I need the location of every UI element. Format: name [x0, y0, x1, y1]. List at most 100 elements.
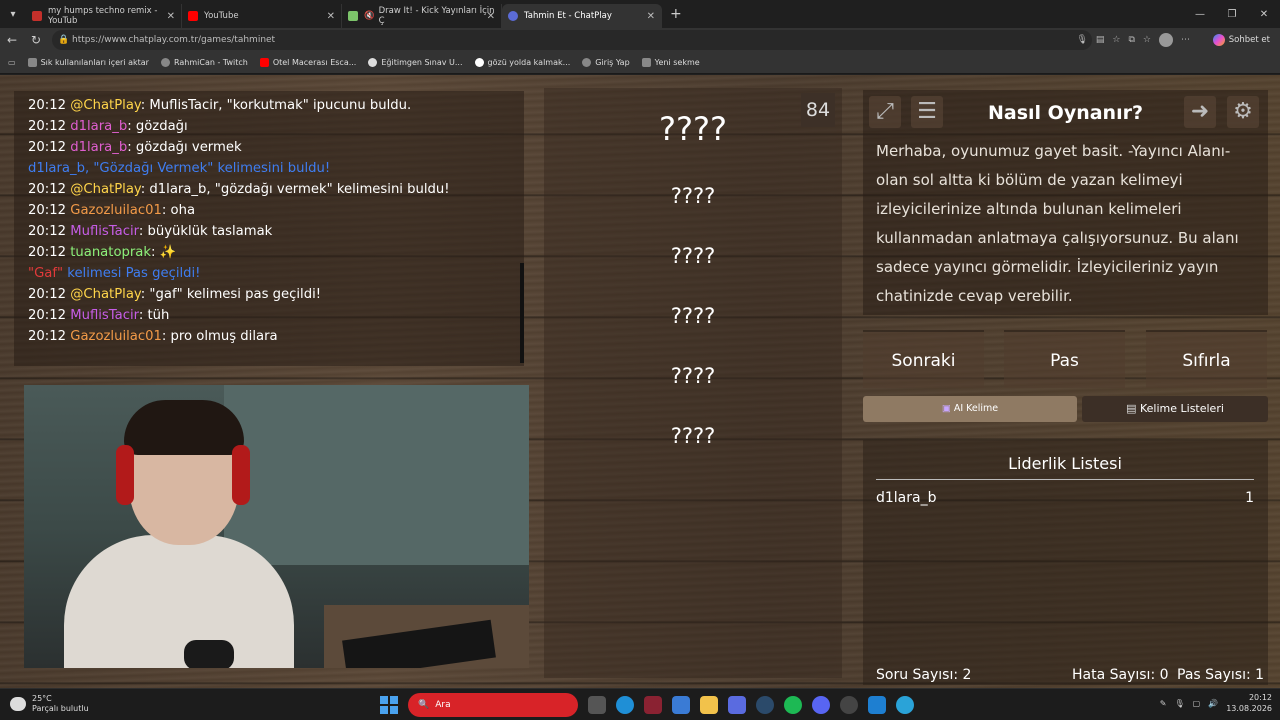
robot-icon: ▣	[941, 403, 951, 414]
chat-username[interactable]: @ChatPlay	[70, 182, 141, 197]
chat-username[interactable]: MuflisTacir	[70, 224, 139, 239]
bookmark-item[interactable]: RahmiCan - Twitch	[160, 58, 248, 67]
pen-icon[interactable]: ✎	[1160, 699, 1167, 708]
headphone-right	[232, 445, 250, 505]
tab-word-lists[interactable]: ▤ Kelime Listeleri	[1082, 396, 1268, 422]
profile-avatar[interactable]	[1159, 33, 1173, 47]
bookmark-item[interactable]: Eğitimgen Sınav U...	[368, 58, 463, 67]
bookmark-item[interactable]: Otel Macerası Esca...	[259, 58, 356, 67]
bookmark-item[interactable]: Yeni sekme	[641, 58, 700, 67]
app-icon[interactable]	[644, 696, 662, 714]
close-tab-icon[interactable]: ✕	[167, 11, 175, 22]
close-tab-icon[interactable]: ✕	[487, 11, 495, 22]
game-page: 20:12 @ChatPlay: MuflisTacir, "korkutmak…	[0, 75, 1280, 688]
player-name: d1lara_b	[876, 490, 937, 506]
extensions-icon[interactable]: ⧉	[1128, 35, 1134, 45]
chat-text: pro olmuş dilara	[170, 329, 278, 344]
discord-icon[interactable]	[812, 696, 830, 714]
windows-start-icon[interactable]	[380, 696, 398, 714]
chat-time: 20:12	[28, 203, 67, 218]
sidebar-toggle-icon[interactable]: ▭	[8, 58, 16, 67]
back-icon[interactable]: ←	[0, 33, 24, 47]
microphone	[184, 640, 234, 668]
muted-speaker-icon[interactable]: 🔇	[364, 11, 375, 21]
lock-icon: 🔒	[58, 35, 70, 45]
taskbar-search[interactable]: 🔍 Ara	[408, 693, 578, 717]
taskbar-apps: 🔍 Ara	[380, 693, 914, 717]
vscode-icon[interactable]	[868, 696, 886, 714]
network-icon[interactable]: ▢	[1193, 699, 1201, 708]
webcam-feed	[24, 385, 529, 668]
chat-username[interactable]: "Gaf"	[28, 266, 63, 281]
task-view-icon[interactable]	[588, 696, 606, 714]
pass-button[interactable]: Pas	[1004, 330, 1125, 388]
tab-youtube-remix[interactable]: my humps techno remix - YouTub ✕	[26, 4, 182, 28]
folder-icon[interactable]	[700, 696, 718, 714]
telegram-icon[interactable]	[896, 696, 914, 714]
spotify-icon[interactable]	[784, 696, 802, 714]
chat-text: gözdağı	[135, 119, 188, 134]
address-icons: 🎙 ▤ ☆ ⧉ ☆ ⋯	[1076, 28, 1190, 52]
clock[interactable]: 20:12 13.08.2026	[1226, 692, 1272, 714]
tab-title: Draw It! - Kick Yayınları İçin Ç	[378, 6, 495, 26]
tab-label: AI Kelime	[953, 403, 999, 414]
bookmark-item[interactable]: gözü yolda kalmak...	[474, 58, 570, 67]
close-window-icon[interactable]: ✕	[1248, 9, 1280, 20]
close-tab-icon[interactable]: ✕	[647, 11, 655, 22]
chat-time: 20:12	[28, 329, 67, 344]
minimize-icon[interactable]: —	[1184, 9, 1216, 20]
vpn-icon[interactable]	[728, 696, 746, 714]
chat-username[interactable]: d1lara_b,	[28, 161, 93, 176]
chat-separator: :	[138, 224, 148, 239]
url-field[interactable]: 🔒 https://www.chatplay.com.tr/games/tahm…	[52, 30, 1092, 50]
maximize-icon[interactable]: ❐	[1216, 9, 1248, 20]
tab-title: YouTube	[204, 11, 239, 21]
reader-icon[interactable]: ▤	[1096, 35, 1105, 45]
close-tab-icon[interactable]: ✕	[327, 11, 335, 22]
chat-message: 20:12 d1lara_b: gözdağı vermek	[28, 137, 524, 158]
chat-username[interactable]: tuanatoprak	[70, 245, 151, 260]
new-tab-button[interactable]: +	[670, 6, 682, 22]
mic-icon[interactable]: 🎙	[1076, 35, 1087, 45]
weather-widget[interactable]: 25°C Parçalı bulutlu	[10, 694, 89, 714]
chat-username[interactable]: d1lara_b	[70, 119, 127, 134]
chat-username[interactable]: @ChatPlay	[70, 287, 141, 302]
more-icon[interactable]: ⋯	[1181, 35, 1190, 45]
headphone-left	[116, 445, 134, 505]
next-button[interactable]: Sonraki	[863, 330, 984, 388]
chat-username[interactable]: @ChatPlay	[70, 98, 141, 113]
bookmark-item[interactable]: Giriş Yap	[582, 58, 630, 67]
chat-username[interactable]: d1lara_b	[70, 140, 127, 155]
chat-username[interactable]: Gazozluilac01	[70, 329, 162, 344]
reset-button[interactable]: Sıfırla	[1146, 330, 1267, 388]
bookmark-label: Eğitimgen Sınav U...	[381, 58, 463, 67]
cloud-icon	[10, 697, 26, 711]
chat-separator: :	[127, 119, 136, 134]
bookmark-item[interactable]: Sık kullanılanları içeri aktar	[27, 58, 149, 67]
edge-icon[interactable]	[616, 696, 634, 714]
howto-panel: ⤢ ☰ Nasıl Oynanır? ➜ ⚙ Merhaba, oyunumuz…	[863, 90, 1268, 315]
tab-youtube[interactable]: YouTube ✕	[182, 4, 342, 28]
chat-message: "Gaf" kelimesi Pas geçildi!	[28, 263, 524, 284]
microphone-icon[interactable]: 🎙	[1175, 699, 1185, 708]
url-text: https://www.chatplay.com.tr/games/tahmin…	[72, 35, 276, 45]
tab-ai-word[interactable]: ▣ AI Kelime	[863, 396, 1077, 422]
hidden-word: ????	[670, 364, 716, 388]
tab-draw-it[interactable]: 🔇 Draw It! - Kick Yayınları İçin Ç ✕	[342, 4, 502, 28]
chat-scrollbar[interactable]	[520, 263, 524, 363]
store-icon[interactable]	[672, 696, 690, 714]
favorite-icon[interactable]: ☆	[1112, 35, 1120, 45]
tab-tahmin-et[interactable]: Tahmin Et - ChatPlay ✕	[502, 4, 662, 28]
exit-icon[interactable]: ➜	[1184, 96, 1216, 128]
chat-username[interactable]: MuflisTacir	[70, 308, 139, 323]
refresh-icon[interactable]: ↻	[24, 33, 48, 47]
obs-icon[interactable]	[840, 696, 858, 714]
volume-icon[interactable]: 🔊	[1208, 699, 1218, 708]
steam-icon[interactable]	[756, 696, 774, 714]
gear-icon[interactable]: ⚙	[1227, 96, 1259, 128]
chat-username[interactable]: Gazozluilac01	[70, 203, 162, 218]
player-score: 1	[1245, 490, 1254, 506]
copilot-button[interactable]: Sohbet et	[1212, 32, 1270, 48]
collections-icon[interactable]: ☆	[1143, 35, 1151, 45]
tab-actions-menu[interactable]: ▾	[0, 0, 26, 28]
